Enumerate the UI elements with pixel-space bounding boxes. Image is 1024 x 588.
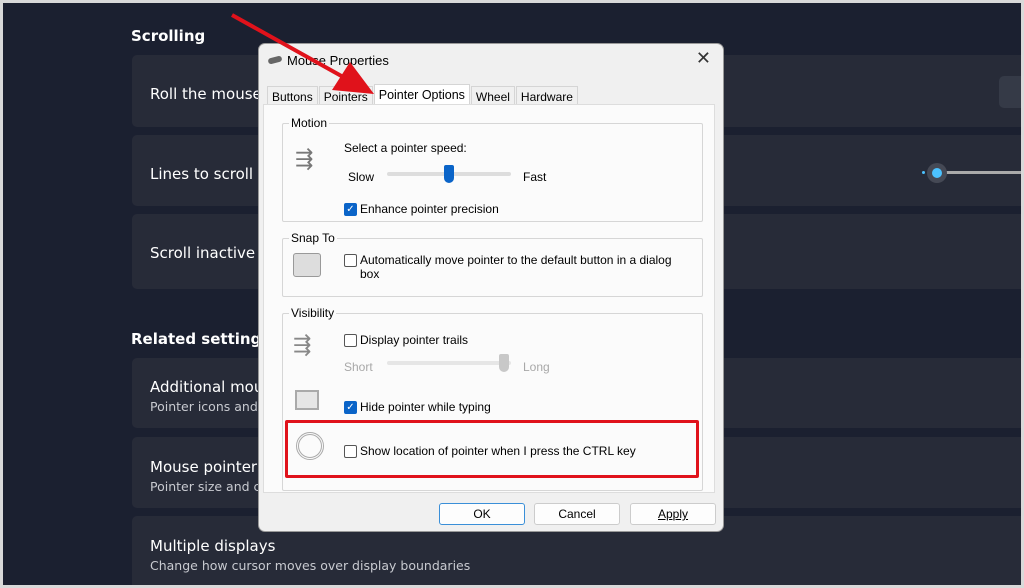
- annotation-arrow: [231, 13, 374, 94]
